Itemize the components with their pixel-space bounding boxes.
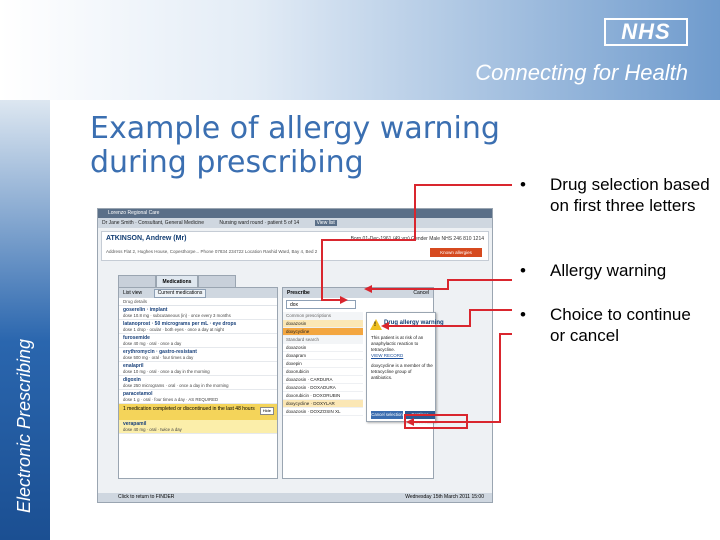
list-item[interactable]: verapamil dose 40 mg · oral · twice a day xyxy=(119,420,277,434)
list-item[interactable]: doxorubicin xyxy=(283,368,363,376)
patient-name: ATKINSON, Andrew (Mr) xyxy=(106,235,187,242)
list-item[interactable]: erythromycin · gastro-resistant dose 500 … xyxy=(119,348,277,362)
list-item[interactable]: doxepin xyxy=(283,360,363,368)
slide-title: Example of allergy warning during prescr… xyxy=(90,111,500,180)
bullet-item: • Choice to continue or cancel xyxy=(520,305,691,345)
list-item[interactable]: doxapram xyxy=(283,352,363,360)
list-item[interactable]: doxazosin · DOXZOSIN XL xyxy=(283,408,363,416)
list-item[interactable]: doxorubicin · DOXORUBIN xyxy=(283,392,363,400)
drug-details-header: Drug details xyxy=(119,298,277,306)
warning-exclamation: ! xyxy=(374,322,376,328)
common-label: Common prescriptions xyxy=(283,312,363,320)
bullet-item: • Drug selection based on first three let… xyxy=(520,175,710,215)
list-item[interactable]: doxazosin · DOXADURA xyxy=(283,384,363,392)
patient-banner: ATKINSON, Andrew (Mr) Born 01-Dec-1961 (… xyxy=(101,231,489,261)
cancel-selection-button[interactable]: Cancel selection xyxy=(371,411,403,419)
user-name: Dr Jane Smith · Consultant, General Medi… xyxy=(102,220,204,226)
list-item[interactable]: doxycycline xyxy=(283,328,363,336)
list-item[interactable]: paracetamol dose 1 g · oral · four times … xyxy=(119,390,277,404)
list-item[interactable]: furosemide dose 40 mg · oral · once a day xyxy=(119,334,277,348)
discontinued-banner: 1 medication completed or discontinued i… xyxy=(119,404,277,420)
patient-address: Address Flat 2, Hughes House, Copesthorp… xyxy=(106,249,318,254)
finder-link[interactable]: Click to return to FINDER xyxy=(118,494,174,500)
ward-round: Nursing ward round · patient 5 of 14 xyxy=(219,220,300,226)
tab-other[interactable] xyxy=(198,275,236,287)
allergy-warning-dialog: ! Drug allergy warning This patient is a… xyxy=(366,312,444,425)
list-selector[interactable]: Current medications xyxy=(153,289,207,298)
hide-button[interactable]: Hide xyxy=(259,407,274,415)
allergy-badge[interactable]: Known allergies xyxy=(430,248,482,257)
warning-detail: doxycycline is a member of the tetracycl… xyxy=(371,363,433,380)
tab-medications[interactable]: Medications xyxy=(156,275,198,287)
list-item[interactable]: latanoprost · 50 micrograms per mL · eye… xyxy=(119,320,277,334)
warning-message: This patient is at risk of an anaphylact… xyxy=(371,335,424,358)
list-item[interactable]: digoxin dose 250 micrograms · oral · once… xyxy=(119,376,277,390)
tagline: Connecting for Health xyxy=(475,60,688,85)
view-record-link[interactable]: VIEW RECORD xyxy=(371,353,403,358)
medication-list-pane: List view Current medications Drug detai… xyxy=(118,287,278,479)
list-item[interactable]: doxazosin xyxy=(283,344,363,352)
list-view-header: List view Current medications xyxy=(119,288,277,298)
patient-info: Born 01-Dec-1961 (49 yrs) Gender Male NH… xyxy=(350,236,484,242)
standard-label: Standard search xyxy=(283,336,363,344)
window-title: Lorenzo Regional Care xyxy=(98,209,492,218)
user-bar: Dr Jane Smith · Consultant, General Medi… xyxy=(98,218,492,228)
continue-button[interactable]: Continue anyway xyxy=(405,411,435,425)
list-item[interactable]: doxazosin · CARDURA xyxy=(283,376,363,384)
warning-title: Drug allergy warning xyxy=(384,320,444,326)
prescribe-header: Prescribe Cancel xyxy=(283,288,433,298)
bullet-item: • Allergy warning xyxy=(520,261,667,280)
list-item[interactable]: goserelin · implant dose 10.8 mg · subcut… xyxy=(119,306,277,320)
nhs-logo: NHS xyxy=(604,18,688,46)
date-time: Wednesday 15th March 2011 15:00 xyxy=(405,494,484,500)
header-band: NHS Connecting for Health xyxy=(0,0,720,100)
list-item[interactable]: doxazosin xyxy=(283,320,363,328)
cancel-link[interactable]: Cancel xyxy=(413,288,429,298)
drug-results: Common prescriptions doxazosin doxycycli… xyxy=(283,312,363,416)
tab-other[interactable] xyxy=(118,275,156,287)
drug-search-input[interactable]: dox xyxy=(286,300,356,309)
prescribing-screenshot: Lorenzo Regional Care Dr Jane Smith · Co… xyxy=(97,208,493,503)
view-list-button[interactable]: View list xyxy=(314,220,337,226)
warning-icon xyxy=(370,319,382,330)
list-item[interactable]: enalapril dose 10 mg · oral · once a day … xyxy=(119,362,277,376)
list-item[interactable]: doxycycline · DOXYLAR xyxy=(283,400,363,408)
status-bar: Click to return to FINDER Wednesday 15th… xyxy=(98,493,492,502)
side-label: Electronic Prescribing xyxy=(14,338,34,513)
